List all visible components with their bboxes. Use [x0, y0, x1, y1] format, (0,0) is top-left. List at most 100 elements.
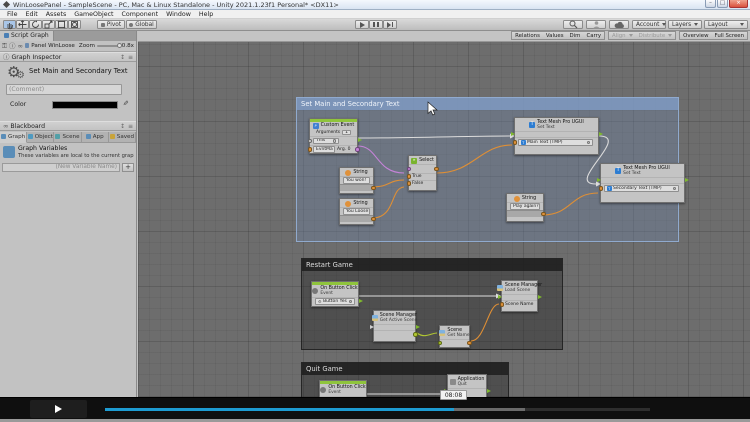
info-icon[interactable]: ⓘ	[9, 42, 16, 50]
play-button[interactable]	[355, 20, 369, 29]
trigger-out-port[interactable]	[357, 138, 362, 143]
tab-saved-variables[interactable]: Saved	[108, 131, 137, 143]
target-field[interactable]: T Secondary Text (TMP)	[604, 185, 679, 192]
node-get-active-scene[interactable]: Scene Manager Get Active Scene	[369, 310, 420, 342]
resize-icon[interactable]: ↕	[120, 123, 125, 130]
collab-button[interactable]	[586, 20, 606, 29]
menu-dots-icon[interactable]: ≡	[128, 54, 133, 61]
string-out-port[interactable]	[371, 185, 376, 191]
relations-button[interactable]: Relations	[511, 31, 544, 41]
menu-component[interactable]: Component	[118, 11, 163, 18]
trigger-out-port[interactable]	[598, 131, 603, 136]
zoom-slider[interactable]	[97, 42, 122, 48]
button-target-field[interactable]: ⚙ Button Yes	[315, 298, 355, 305]
node-string-again[interactable]: String Play again?	[506, 193, 546, 222]
trigger-in-port[interactable]	[497, 294, 502, 299]
distribute-dropdown[interactable]: Distribute	[635, 31, 677, 41]
menu-gameobject[interactable]: GameObject	[70, 11, 117, 18]
rotate-tool-button[interactable]	[29, 20, 42, 29]
node-on-button-click-yes[interactable]: On Button Click Event ⚙ Button Yes	[311, 281, 363, 307]
group-title[interactable]: Restart Game	[302, 259, 562, 271]
minimize-button[interactable]: –	[705, 0, 716, 8]
string-value-field[interactable]: You won!	[343, 177, 370, 184]
condition-in-port[interactable]	[406, 166, 411, 171]
search-button[interactable]	[563, 20, 583, 29]
trigger-out-port[interactable]	[486, 388, 491, 393]
pivot-toggle-button[interactable]: Pivot	[97, 20, 125, 29]
trigger-in-port[interactable]	[596, 177, 601, 182]
menu-help[interactable]: Help	[195, 11, 217, 18]
new-variable-input[interactable]	[2, 162, 120, 172]
add-variable-button[interactable]: +	[122, 162, 134, 172]
menu-window[interactable]: Window	[162, 11, 195, 18]
string-value-field[interactable]: You Loose!	[343, 208, 370, 215]
hand-tool-button[interactable]	[3, 20, 16, 29]
tab-app-variables[interactable]: App	[81, 131, 109, 143]
zoom-slider-handle[interactable]	[117, 42, 122, 48]
scene-name-in-port[interactable]	[499, 302, 504, 307]
trigger-out-port[interactable]	[415, 324, 420, 329]
group-title[interactable]: Set Main and Secondary Text	[297, 98, 678, 110]
node-set-main-text[interactable]: T Text Mesh Pro UGUI Set Text T Main Tex…	[510, 117, 603, 155]
cloud-button[interactable]	[609, 20, 629, 29]
true-in-port[interactable]	[406, 174, 411, 179]
rect-tool-button[interactable]	[55, 20, 68, 29]
tab-scene-variables[interactable]: Scene	[54, 131, 82, 143]
object-picker-icon[interactable]	[672, 186, 676, 191]
color-swatch[interactable]	[52, 100, 118, 109]
align-dropdown[interactable]: Align	[608, 31, 637, 41]
node-get-name[interactable]: Scene Get Name	[437, 325, 472, 348]
node-load-scene[interactable]: Scene Manager Load Scene Scene Name	[496, 280, 542, 312]
step-button[interactable]	[383, 20, 397, 29]
object-picker-icon[interactable]	[586, 140, 590, 145]
menu-file[interactable]: File	[3, 11, 22, 18]
scene-in-port[interactable]	[437, 340, 442, 346]
false-in-port[interactable]	[406, 181, 411, 186]
maximize-button[interactable]: □	[717, 0, 728, 8]
target-field[interactable]: T Main Text (TMP)	[518, 139, 593, 146]
video-seek-bar[interactable]	[105, 408, 650, 411]
dim-button[interactable]: Dim	[566, 31, 585, 41]
node-select[interactable]: » Select True False	[406, 155, 439, 191]
layout-dropdown[interactable]: Layout	[704, 20, 748, 29]
scale-tool-button[interactable]	[42, 20, 55, 29]
tab-graph-variables[interactable]: Graph	[0, 131, 28, 143]
menu-assets[interactable]: Assets	[42, 11, 71, 18]
trigger-out-port[interactable]	[537, 294, 542, 299]
name-in-port[interactable]	[307, 147, 312, 152]
comment-input[interactable]	[6, 83, 122, 95]
string-value-field[interactable]: Play again?	[510, 203, 540, 210]
link-icon[interactable]: ∞	[17, 42, 22, 50]
carry-button[interactable]: Carry	[583, 31, 606, 41]
trigger-in-port[interactable]	[510, 131, 515, 136]
object-picker-icon[interactable]	[348, 299, 352, 304]
values-button[interactable]: Values	[542, 31, 568, 41]
menu-dots-icon[interactable]: ≡	[128, 123, 133, 130]
this-port[interactable]	[307, 138, 312, 143]
object-picker-icon[interactable]	[332, 139, 336, 143]
trigger-out-port[interactable]	[358, 298, 363, 303]
move-tool-button[interactable]	[16, 20, 29, 29]
lock-icon[interactable]: ⚿	[2, 42, 7, 50]
select-out-port[interactable]	[434, 166, 439, 171]
name-out-port[interactable]	[467, 340, 472, 346]
node-on-button-click-no[interactable]: On Button Click Event ⚙ Button No	[319, 380, 367, 397]
trigger-out-port[interactable]	[684, 177, 689, 182]
string-out-port[interactable]	[371, 216, 376, 222]
graph-owner-label[interactable]: Panel WinLoose	[31, 43, 75, 49]
event-name-field[interactable]: EvntMa	[313, 146, 335, 153]
text-in-port[interactable]	[512, 140, 517, 145]
overview-button[interactable]: Overview	[679, 31, 713, 41]
trigger-in-port[interactable]	[369, 324, 374, 329]
blackboard-header[interactable]: ∞ Blackboard ↕ ≡	[0, 121, 136, 131]
resize-icon[interactable]: ↕	[120, 54, 125, 61]
tab-object-variables[interactable]: Object	[27, 131, 55, 143]
graph-inspector-header[interactable]: ⓘ Graph Inspector ↕ ≡	[0, 52, 136, 62]
close-button[interactable]: ×	[729, 0, 748, 8]
account-dropdown[interactable]: Account	[632, 20, 667, 29]
transform-tool-button[interactable]	[68, 20, 81, 29]
text-in-port[interactable]	[598, 186, 603, 191]
graph-canvas[interactable]: Set Main and Secondary Text Restart Game…	[138, 42, 750, 397]
fullscreen-button[interactable]: Full Screen	[711, 31, 748, 41]
this-field[interactable]: This	[313, 137, 339, 144]
